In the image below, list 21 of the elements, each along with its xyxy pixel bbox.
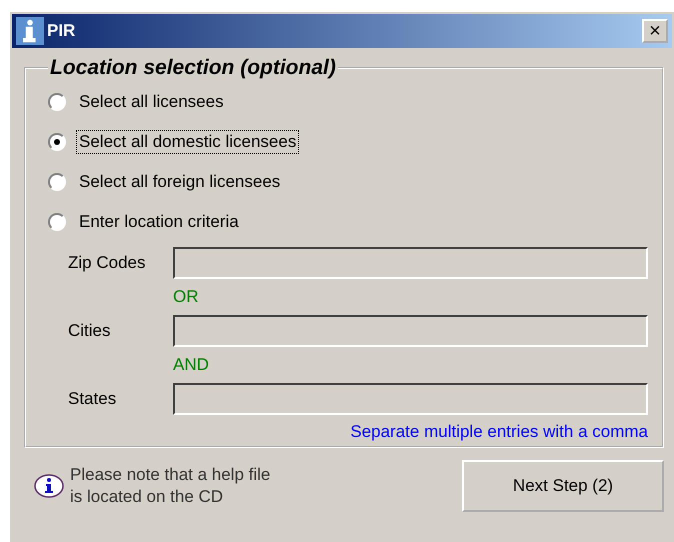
radio-button[interactable] — [48, 133, 66, 151]
radio-label[interactable]: Enter location criteria — [76, 210, 242, 234]
help-note: Please note that a help file is located on the CD — [70, 464, 270, 508]
field-label: Zip Codes — [68, 253, 146, 273]
window-title: PIR — [47, 21, 76, 41]
radio-button[interactable] — [48, 213, 66, 231]
radio-label[interactable]: Select all domestic licensees — [76, 130, 300, 154]
group-title: Location selection (optional) — [49, 56, 337, 80]
connector-label: AND — [173, 354, 210, 376]
connector-label: OR — [173, 286, 200, 308]
radio-label[interactable]: Select all foreign licensees — [76, 170, 284, 194]
radio-label[interactable]: Select all licensees — [76, 90, 227, 114]
radio-button[interactable] — [48, 173, 66, 191]
info-icon — [34, 473, 64, 499]
field-label: States — [68, 389, 118, 409]
next-step-button[interactable]: Next Step (2) — [462, 460, 664, 512]
radio-button[interactable] — [48, 93, 66, 111]
hint-text: Separate multiple entries with a comma — [349, 422, 648, 442]
close-button[interactable]: × — [642, 19, 668, 43]
field-label: Cities — [68, 321, 112, 341]
info-icon — [16, 17, 44, 45]
